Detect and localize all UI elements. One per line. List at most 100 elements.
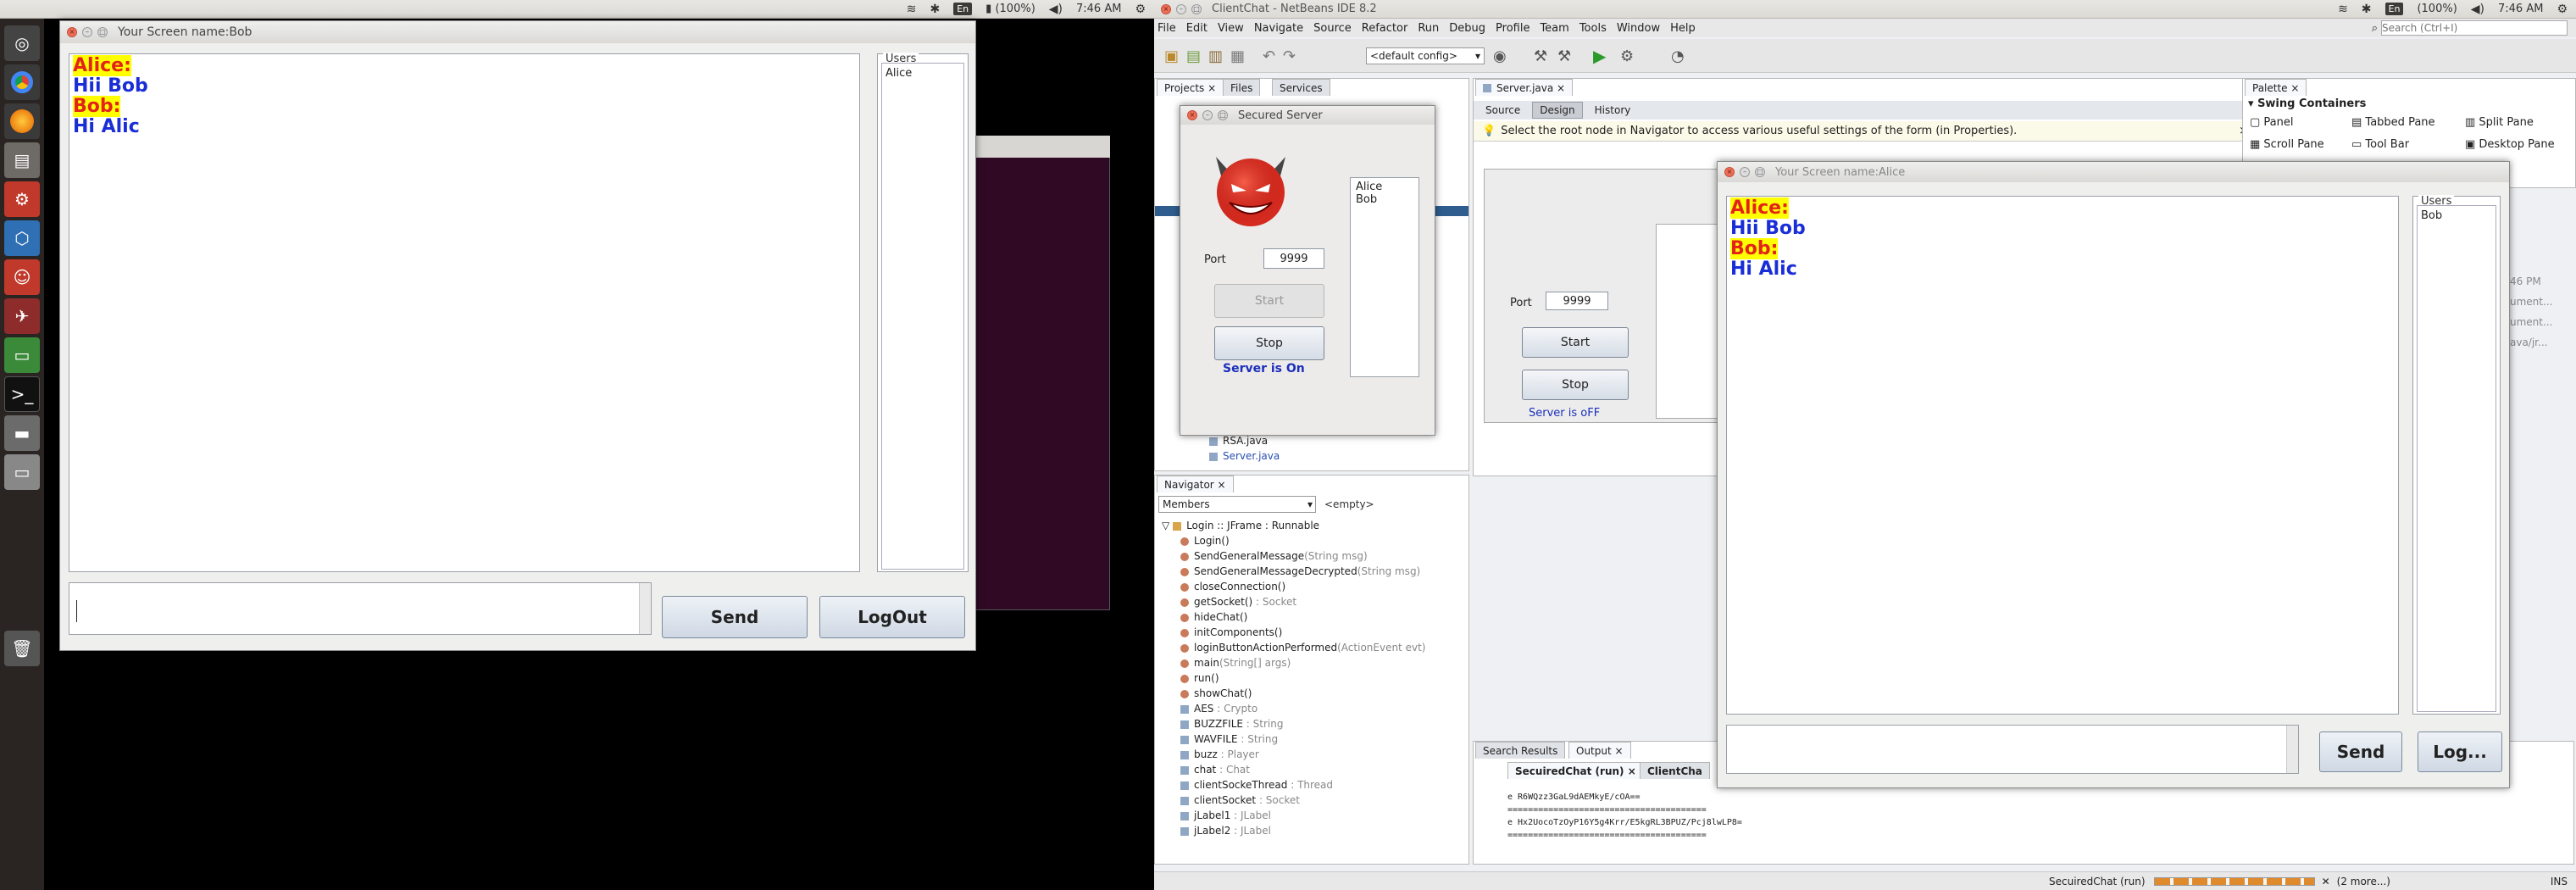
navigator-member[interactable]: jLabel1 : JLabel bbox=[1162, 808, 1425, 823]
port-field-design[interactable]: 9999 bbox=[1546, 292, 1608, 310]
status-more-tasks[interactable]: (2 more...) bbox=[2337, 876, 2390, 887]
palette-item-scroll-pane[interactable]: ▦ Scroll Pane bbox=[2250, 138, 2324, 151]
menu-edit[interactable]: Edit bbox=[1186, 22, 1208, 35]
bob-message-input[interactable] bbox=[69, 582, 652, 635]
tab-services[interactable]: Services bbox=[1272, 79, 1330, 96]
menu-file[interactable]: File bbox=[1158, 22, 1176, 35]
maximize-icon[interactable]: □ bbox=[1218, 110, 1228, 120]
gear-icon[interactable]: ⚙ bbox=[2557, 3, 2568, 16]
alice-message-input[interactable] bbox=[1726, 725, 2299, 774]
menu-window[interactable]: Window bbox=[1617, 22, 1660, 35]
close-icon[interactable]: × bbox=[1557, 82, 1565, 94]
menu-navigate[interactable]: Navigate bbox=[1254, 22, 1303, 35]
tree-item-server[interactable]: Server.java bbox=[1209, 448, 1280, 464]
terminal-icon[interactable]: >_ bbox=[4, 376, 40, 412]
save-all-icon[interactable]: ▦ bbox=[1230, 47, 1245, 65]
new-file-icon[interactable]: ▤ bbox=[1186, 47, 1201, 65]
clean-build-icon[interactable]: ⚒ bbox=[1557, 47, 1571, 65]
battery-indicator[interactable]: (100%) bbox=[2417, 3, 2457, 15]
list-item[interactable]: Alice bbox=[1356, 181, 1413, 193]
minimize-icon[interactable]: – bbox=[1740, 167, 1750, 177]
tab-navigator[interactable]: Navigator × bbox=[1157, 476, 1234, 492]
disk-icon[interactable]: ▭ bbox=[4, 454, 40, 490]
user-list-design[interactable] bbox=[1656, 224, 1724, 419]
alice-chat-history[interactable]: Alice: Hii Bob Bob: Hi Alic bbox=[1726, 196, 2399, 715]
dash-icon[interactable]: ◎ bbox=[4, 25, 40, 61]
navigator-member[interactable]: BUZZFILE : String bbox=[1162, 716, 1425, 731]
close-icon[interactable]: × bbox=[1628, 765, 1636, 777]
tools-icon[interactable]: ✈ bbox=[4, 298, 40, 334]
navigator-member[interactable]: buzz : Player bbox=[1162, 747, 1425, 762]
menu-profile[interactable]: Profile bbox=[1496, 22, 1530, 35]
minimize-icon[interactable]: – bbox=[1176, 3, 1186, 14]
open-project-icon[interactable]: ▥ bbox=[1208, 47, 1223, 65]
navigator-member[interactable]: hideChat() bbox=[1162, 609, 1425, 625]
navigator-member[interactable]: main(String[] args) bbox=[1162, 655, 1425, 670]
users-list[interactable]: Alice bbox=[881, 63, 964, 570]
members-select[interactable]: Members ▾ bbox=[1158, 496, 1316, 513]
menu-refactor[interactable]: Refactor bbox=[1362, 22, 1408, 35]
palette-section-swing-containers[interactable]: ▾ Swing Containers bbox=[2248, 97, 2366, 110]
logout-button[interactable]: Log... bbox=[2418, 731, 2502, 772]
bluetooth-icon[interactable]: ✱ bbox=[2362, 3, 2372, 16]
navigator-member[interactable]: clientSocket : Socket bbox=[1162, 793, 1425, 808]
wifi-icon[interactable]: ≋ bbox=[907, 3, 917, 16]
profile-icon[interactable]: ◔ bbox=[1671, 47, 1685, 65]
tab-output[interactable]: Output × bbox=[1568, 742, 1631, 759]
maximize-icon[interactable]: □ bbox=[1755, 167, 1765, 177]
menu-tools[interactable]: Tools bbox=[1579, 22, 1607, 35]
navigator-member[interactable]: showChat() bbox=[1162, 686, 1425, 701]
keyboard-layout-indicator[interactable]: En bbox=[953, 3, 973, 15]
menu-view[interactable]: View bbox=[1218, 22, 1244, 35]
filter-select[interactable]: <empty> bbox=[1321, 496, 1448, 513]
tab-run-clientchat[interactable]: ClientCha bbox=[1640, 762, 1710, 779]
stop-button-design[interactable]: Stop bbox=[1522, 370, 1629, 400]
tab-run-secured-chat[interactable]: SecuiredChat (run) × bbox=[1507, 762, 1644, 779]
tab-server-java[interactable]: Server.java × bbox=[1475, 79, 1574, 96]
ide-search-input[interactable] bbox=[2381, 20, 2568, 36]
palette-item-panel[interactable]: ▢ Panel bbox=[2250, 116, 2294, 129]
settings-icon[interactable]: ⚙ bbox=[4, 181, 40, 217]
debug-icon[interactable]: ⚙ bbox=[1620, 47, 1634, 65]
navigator-member[interactable]: getSocket() : Socket bbox=[1162, 594, 1425, 609]
maximize-icon[interactable]: □ bbox=[97, 27, 108, 37]
palette-item-tool-bar[interactable]: ▭ Tool Bar bbox=[2351, 138, 2409, 151]
run-icon[interactable]: ▶ bbox=[1593, 46, 1606, 66]
tab-source[interactable]: Source bbox=[1479, 103, 1527, 118]
palette-item-tabbed-pane[interactable]: ▤ Tabbed Pane bbox=[2351, 116, 2435, 129]
target-icon[interactable]: ◉ bbox=[1493, 47, 1507, 65]
list-item[interactable]: Bob bbox=[2421, 209, 2492, 222]
tab-design[interactable]: Design bbox=[1532, 102, 1583, 119]
minimize-icon[interactable]: – bbox=[82, 27, 92, 37]
close-icon[interactable]: ✕ bbox=[2322, 876, 2330, 887]
navigator-member[interactable]: run() bbox=[1162, 670, 1425, 686]
green-app-icon[interactable]: ▭ bbox=[4, 337, 40, 373]
navigator-member[interactable]: WAVFILE : String bbox=[1162, 731, 1425, 747]
tab-palette[interactable]: Palette × bbox=[2245, 79, 2307, 96]
navigator-member[interactable]: Login() bbox=[1162, 533, 1425, 548]
close-icon[interactable]: × bbox=[2290, 82, 2299, 94]
tab-files[interactable]: Files bbox=[1223, 79, 1261, 96]
close-icon[interactable]: × bbox=[1208, 82, 1216, 94]
tab-search-results[interactable]: Search Results bbox=[1475, 742, 1566, 759]
chrome-icon[interactable] bbox=[4, 64, 40, 100]
navigator-member[interactable]: SendGeneralMessage(String msg) bbox=[1162, 548, 1425, 564]
box-icon[interactable]: ⬡ bbox=[4, 220, 40, 256]
users-list[interactable]: Bob bbox=[2417, 205, 2496, 712]
start-button[interactable]: Start bbox=[1214, 284, 1324, 318]
tree-root[interactable]: ▽ Login :: JFrame : Runnable bbox=[1162, 518, 1425, 533]
minimize-icon[interactable]: – bbox=[1202, 110, 1213, 120]
send-button[interactable]: Send bbox=[2319, 731, 2402, 772]
keyboard-layout-indicator[interactable]: En bbox=[2384, 3, 2404, 15]
logout-button[interactable]: LogOut bbox=[819, 596, 965, 638]
scrollbar[interactable] bbox=[639, 583, 651, 634]
close-icon[interactable]: × bbox=[1187, 110, 1197, 120]
navigator-member[interactable]: clientSockeThread : Thread bbox=[1162, 777, 1425, 793]
close-icon[interactable]: × bbox=[67, 27, 77, 37]
bluetooth-icon[interactable]: ✱ bbox=[930, 3, 941, 16]
close-icon[interactable]: × bbox=[1724, 167, 1735, 177]
hammer-icon[interactable]: ⚒ bbox=[1534, 47, 1547, 65]
redo-icon[interactable]: ↷ bbox=[1283, 47, 1296, 65]
tab-history[interactable]: History bbox=[1588, 103, 1638, 118]
clock[interactable]: 7:46 AM bbox=[1076, 3, 1121, 15]
